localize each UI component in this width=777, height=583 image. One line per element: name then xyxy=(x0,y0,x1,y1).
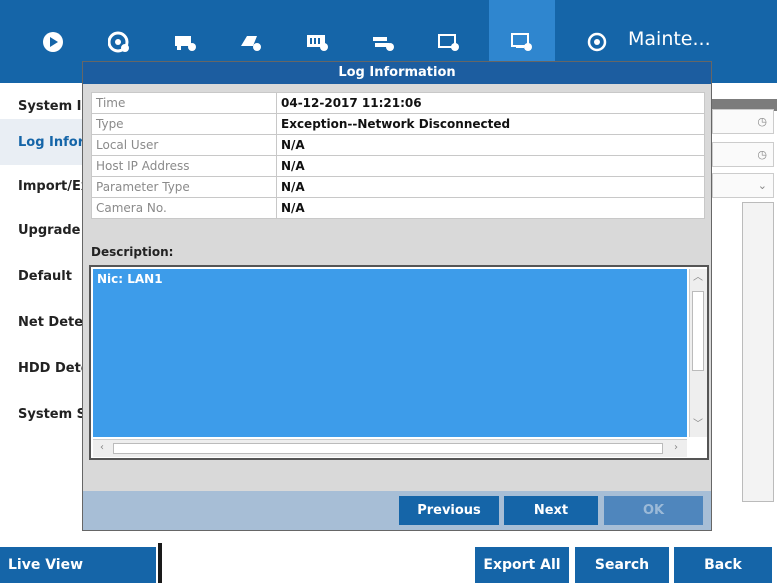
previous-button[interactable]: Previous xyxy=(399,496,499,525)
vertical-scrollbar[interactable]: ︿ ﹀ xyxy=(689,269,707,437)
menu-title: Mainte... xyxy=(628,28,711,50)
end-time-field[interactable]: ◷ xyxy=(712,142,774,167)
field-value: N/A xyxy=(276,134,705,156)
search-button[interactable]: Search xyxy=(575,547,669,583)
back-button[interactable]: Back xyxy=(674,547,772,583)
description-label: Description: xyxy=(91,245,174,259)
panel-divider xyxy=(158,543,162,583)
field-label: Type xyxy=(91,113,277,135)
description-box: Nic: LAN1 ︿ ﹀ ‹ › xyxy=(89,265,709,460)
field-label: Camera No. xyxy=(91,197,277,219)
field-label: Parameter Type xyxy=(91,176,277,198)
chevron-down-icon: ⌄ xyxy=(757,179,767,192)
next-button[interactable]: Next xyxy=(504,496,598,525)
sidebar-item-hdd-detect[interactable]: HDD Dete xyxy=(0,345,82,391)
scroll-down-icon[interactable]: ﹀ xyxy=(691,419,705,431)
scroll-up-icon[interactable]: ︿ xyxy=(691,272,705,284)
log-info-table: Time 04-12-2017 11:21:06 Type Exception-… xyxy=(91,92,705,219)
sidebar-item-log-information[interactable]: Log Inforr xyxy=(0,119,82,165)
live-view-button[interactable]: Live View xyxy=(0,547,156,583)
sidebar-item-upgrade[interactable]: Upgrade xyxy=(0,207,82,253)
scroll-right-icon[interactable]: › xyxy=(669,442,683,454)
clock-icon: ◷ xyxy=(757,115,767,128)
table-row: Time 04-12-2017 11:21:06 xyxy=(91,92,705,114)
field-value: N/A xyxy=(276,155,705,177)
field-value: N/A xyxy=(276,197,705,219)
log-type-select[interactable]: ⌄ xyxy=(712,173,774,198)
export-all-button[interactable]: Export All xyxy=(475,547,569,583)
start-time-field[interactable]: ◷ xyxy=(712,109,774,134)
table-row: Local User N/A xyxy=(91,134,705,156)
dialog-footer: Previous Next OK xyxy=(83,491,711,530)
bottom-bar: Live View Export All Search Back xyxy=(0,543,777,583)
ok-button[interactable]: OK xyxy=(604,496,703,525)
sidebar-item-import-export[interactable]: Import/Ex xyxy=(0,163,82,209)
live-view-icon[interactable] xyxy=(20,0,86,83)
log-information-dialog: Log Information Time 04-12-2017 11:21:06… xyxy=(82,61,712,531)
scroll-left-icon[interactable]: ‹ xyxy=(95,442,109,454)
background-scrollbar[interactable] xyxy=(742,202,774,502)
sidebar: System In Log Inforr Import/Ex Upgrade D… xyxy=(0,83,82,543)
dialog-title: Log Information xyxy=(83,62,711,84)
field-value: Exception--Network Disconnected xyxy=(276,113,705,135)
horizontal-scroll-thumb[interactable] xyxy=(113,443,663,454)
table-row: Camera No. N/A xyxy=(91,197,705,219)
vertical-scroll-thumb[interactable] xyxy=(692,291,704,371)
table-row: Parameter Type N/A xyxy=(91,176,705,198)
sidebar-item-default[interactable]: Default xyxy=(0,253,82,299)
field-label: Local User xyxy=(91,134,277,156)
table-row: Type Exception--Network Disconnected xyxy=(91,113,705,135)
sidebar-item-net-detect[interactable]: Net Detec xyxy=(0,299,82,345)
description-text[interactable]: Nic: LAN1 xyxy=(93,269,687,437)
table-row: Host IP Address N/A xyxy=(91,155,705,177)
field-value: 04-12-2017 11:21:06 xyxy=(276,92,705,114)
field-value: N/A xyxy=(276,176,705,198)
clock-icon: ◷ xyxy=(757,148,767,161)
field-label: Host IP Address xyxy=(91,155,277,177)
horizontal-scrollbar[interactable]: ‹ › xyxy=(93,439,687,457)
sidebar-item-system-service[interactable]: System Se xyxy=(0,391,82,437)
field-label: Time xyxy=(91,92,277,114)
